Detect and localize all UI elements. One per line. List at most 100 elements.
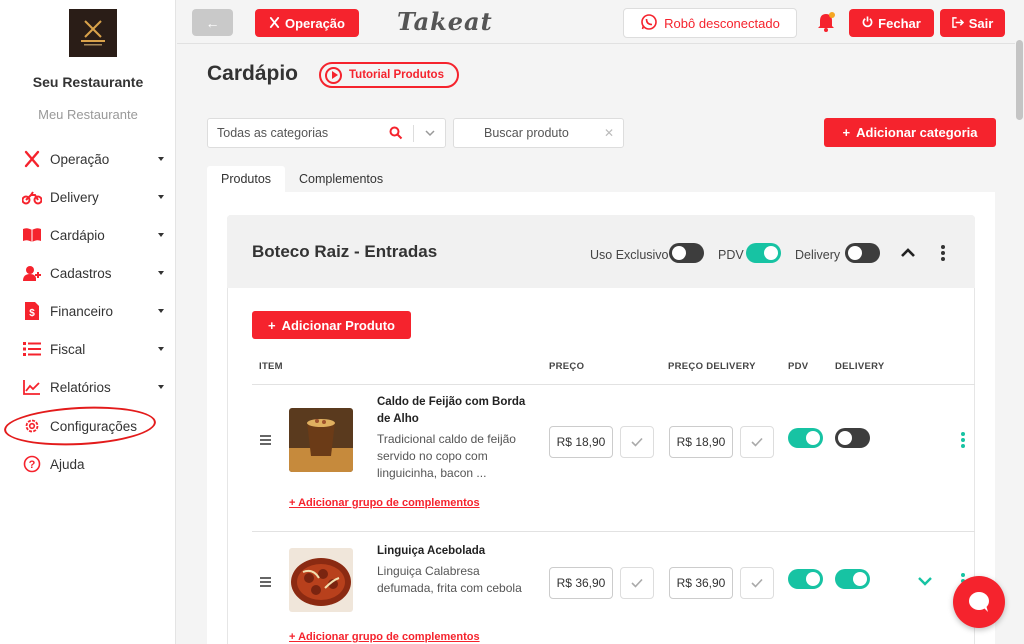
product-delivery-toggle[interactable] [835, 569, 870, 589]
logout-icon [951, 16, 964, 31]
column-header-preco: PREÇO [549, 361, 585, 372]
sidebar-item-financeiro[interactable]: $ Financeiro [22, 298, 172, 324]
price-input[interactable]: R$ 18,90 [549, 426, 613, 458]
chat-bubble-icon [969, 592, 989, 612]
restaurant-logo[interactable] [69, 9, 117, 57]
tab-complementos[interactable]: Complementos [285, 166, 397, 192]
price-delivery-input[interactable]: R$ 36,90 [669, 567, 733, 599]
add-category-label: Adicionar categoria [856, 125, 978, 140]
book-icon [22, 225, 42, 245]
invoice-icon: $ [22, 301, 42, 321]
add-complement-group-link[interactable]: + Adicionar grupo de complementos [289, 631, 480, 643]
drag-handle-icon[interactable] [260, 435, 271, 448]
add-product-label: Adicionar Produto [281, 317, 395, 333]
top-bar: ← Operação Takeat Robô desconectado Fech… [177, 0, 1024, 44]
plus-icon: + [842, 125, 851, 140]
sidebar-item-label: Cadastros [50, 265, 112, 281]
confirm-price-button[interactable] [620, 567, 654, 599]
confirm-price-button[interactable] [620, 426, 654, 458]
column-header-preco-delivery: PREÇO DELIVERY [668, 361, 756, 372]
sidebar-item-label: Operação [50, 151, 110, 167]
category-more-icon[interactable] [941, 245, 945, 263]
operacao-button[interactable]: Operação [255, 9, 359, 37]
sair-label: Sair [968, 15, 994, 31]
delivery-label: Delivery [795, 248, 841, 262]
product-image [289, 548, 353, 612]
search-input[interactable]: Buscar produto ✕ [453, 118, 624, 148]
search-icon [389, 126, 403, 143]
fechar-button[interactable]: Fechar [849, 9, 934, 37]
confirm-price-delivery-button[interactable] [740, 426, 774, 458]
column-header-item: ITEM [259, 361, 283, 372]
category-select[interactable]: Todas as categorias [207, 118, 446, 148]
clear-icon[interactable]: ✕ [604, 126, 614, 140]
scrollbar-thumb[interactable] [1016, 40, 1023, 120]
sidebar-item-relatorios[interactable]: Relatórios [22, 374, 172, 400]
add-product-button[interactable]: + Adicionar Produto [252, 311, 411, 339]
confirm-price-delivery-button[interactable] [740, 567, 774, 599]
user-plus-icon [22, 263, 42, 283]
chevron-up-icon[interactable] [900, 246, 916, 264]
power-icon [862, 16, 873, 31]
bell-icon[interactable] [816, 11, 836, 38]
product-pdv-toggle[interactable] [788, 569, 823, 589]
product-pdv-toggle[interactable] [788, 428, 823, 448]
tutorial-label: Tutorial Produtos [349, 69, 444, 81]
tutorial-button[interactable]: Tutorial Produtos [319, 62, 459, 88]
play-icon [325, 66, 342, 84]
list-icon [22, 339, 42, 359]
category-select-value: Todas as categorias [217, 126, 329, 140]
sidebar: Seu Restaurante Meu Restaurante Operação… [0, 0, 176, 644]
svg-text:$: $ [29, 308, 35, 319]
sidebar-item-delivery[interactable]: Delivery [22, 184, 172, 210]
sidebar-item-label: Relatórios [50, 379, 111, 395]
add-complement-group-link[interactable]: + Adicionar grupo de complementos [289, 497, 480, 509]
product-delivery-toggle[interactable] [835, 428, 870, 448]
column-header-pdv: PDV [788, 361, 809, 372]
question-icon: ? [22, 454, 42, 474]
chat-button[interactable] [953, 576, 1005, 628]
product-name: Linguiça Acebolada [377, 545, 486, 557]
sair-button[interactable]: Sair [940, 9, 1005, 37]
price-input[interactable]: R$ 36,90 [549, 567, 613, 599]
brand-logo: Takeat [397, 7, 493, 36]
sidebar-item-operacao[interactable]: Operação [22, 146, 172, 172]
product-more-icon[interactable] [961, 432, 965, 450]
product-name: Caldo de Feijão com Borda de Alho [377, 396, 526, 425]
robot-status-button[interactable]: Robô desconectado [623, 8, 797, 38]
column-header-delivery: DELIVERY [835, 361, 885, 372]
drag-handle-icon[interactable] [260, 577, 271, 590]
pdv-toggle[interactable] [746, 243, 781, 263]
check-icon [631, 578, 643, 588]
sidebar-item-fiscal[interactable]: Fiscal [22, 336, 172, 362]
add-category-button[interactable]: + Adicionar categoria [824, 118, 996, 147]
sidebar-item-label: Cardápio [50, 227, 105, 243]
back-button[interactable]: ← [192, 9, 233, 36]
tab-produtos[interactable]: Produtos [207, 166, 286, 192]
caret-down-icon [158, 347, 164, 351]
logo-icon [81, 20, 105, 46]
sidebar-item-ajuda[interactable]: ? Ajuda [22, 451, 172, 477]
chevron-down-icon [424, 127, 436, 142]
scrollbar[interactable] [1015, 0, 1024, 644]
page-title: Cardápio [207, 62, 299, 85]
line-chart-icon [22, 377, 42, 397]
restaurant-subtitle: Meu Restaurante [38, 107, 138, 122]
fechar-label: Fechar [878, 15, 921, 31]
sidebar-item-cadastros[interactable]: Cadastros [22, 260, 172, 286]
price-delivery-input[interactable]: R$ 18,90 [669, 426, 733, 458]
product-image [289, 408, 353, 472]
sidebar-item-cardapio[interactable]: Cardápio [22, 222, 172, 248]
sidebar-item-label: Delivery [50, 189, 99, 205]
uso-exclusivo-toggle[interactable] [669, 243, 704, 263]
chevron-down-icon[interactable] [917, 574, 933, 592]
utensils-icon [22, 149, 42, 169]
operacao-label: Operação [285, 15, 345, 31]
sidebar-item-label: Ajuda [50, 456, 85, 472]
highlight-annotation [3, 403, 157, 449]
sidebar-item-label: Financeiro [50, 303, 114, 319]
delivery-toggle[interactable] [845, 243, 880, 263]
pdv-label: PDV [718, 248, 744, 262]
whatsapp-icon [640, 13, 658, 34]
caret-down-icon [158, 195, 164, 199]
